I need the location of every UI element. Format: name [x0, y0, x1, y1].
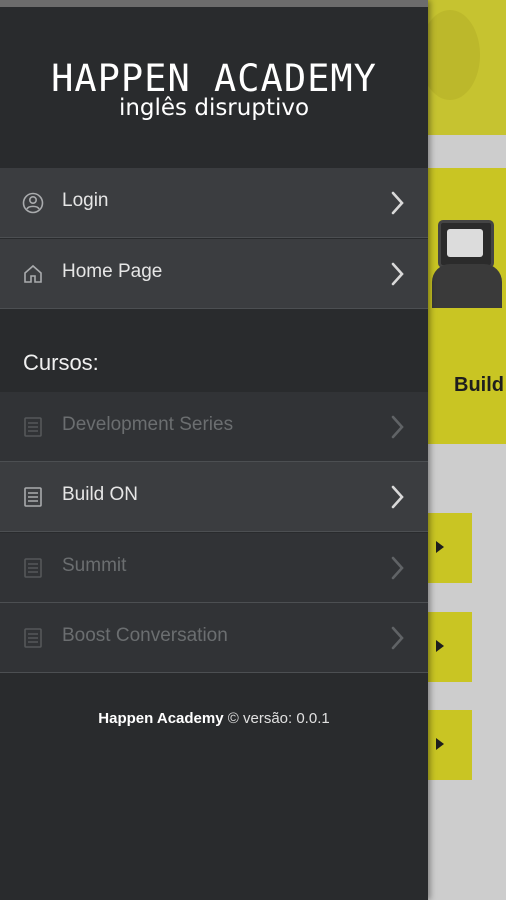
book-icon — [22, 627, 44, 649]
menu-item-label: Boost Conversation — [62, 625, 228, 646]
menu-item-summit[interactable]: Summit — [0, 533, 428, 603]
footer-version: © versão: 0.0.1 — [227, 710, 330, 727]
footer-app-name: Happen Academy — [98, 710, 224, 727]
person-image — [432, 264, 502, 308]
chevron-right-icon — [388, 484, 408, 510]
background-course-card[interactable]: Build — [428, 168, 506, 444]
book-icon — [22, 416, 44, 438]
chevron-right-icon — [388, 414, 408, 440]
menu-item-development-series[interactable]: Development Series — [0, 392, 428, 462]
courses-section-header: Cursos: — [0, 310, 428, 392]
book-icon — [22, 486, 44, 508]
menu-item-build-on[interactable]: Build ON — [0, 462, 428, 532]
navigation-drawer: HAPPEN ACADEMY inglês disruptivo Login H… — [0, 0, 428, 900]
play-button[interactable] — [428, 612, 472, 682]
courses-header-label: Cursos: — [23, 350, 99, 375]
play-icon — [436, 738, 444, 750]
menu-item-home-page[interactable]: Home Page — [0, 239, 428, 309]
menu-item-label: Home Page — [62, 261, 163, 282]
drawer-footer: Happen Academy © versão: 0.0.1 — [0, 710, 428, 727]
play-icon — [436, 541, 444, 553]
user-circle-icon — [22, 192, 44, 214]
menu-item-label: Build ON — [62, 484, 139, 505]
brand-title: HAPPEN ACADEMY — [51, 57, 377, 100]
chevron-right-icon — [388, 555, 408, 581]
menu-item-label: Summit — [62, 555, 127, 576]
play-icon — [436, 640, 444, 652]
tv-image — [438, 220, 494, 268]
home-icon — [22, 263, 44, 285]
course-card-title: Build — [454, 374, 504, 396]
chevron-right-icon — [388, 190, 408, 216]
brand-header: HAPPEN ACADEMY inglês disruptivo — [0, 7, 428, 167]
profile-image — [420, 10, 480, 100]
menu-item-label: Login — [62, 190, 109, 211]
brand-subtitle: inglês disruptivo — [118, 95, 310, 121]
book-icon — [22, 557, 44, 579]
play-button[interactable] — [428, 513, 472, 583]
play-button[interactable] — [428, 710, 472, 780]
menu-item-boost-conversation[interactable]: Boost Conversation — [0, 603, 428, 673]
menu-item-login[interactable]: Login — [0, 168, 428, 238]
status-bar — [0, 0, 428, 7]
chevron-right-icon — [388, 625, 408, 651]
menu-item-label: Development Series — [62, 414, 234, 435]
chevron-right-icon — [388, 261, 408, 287]
